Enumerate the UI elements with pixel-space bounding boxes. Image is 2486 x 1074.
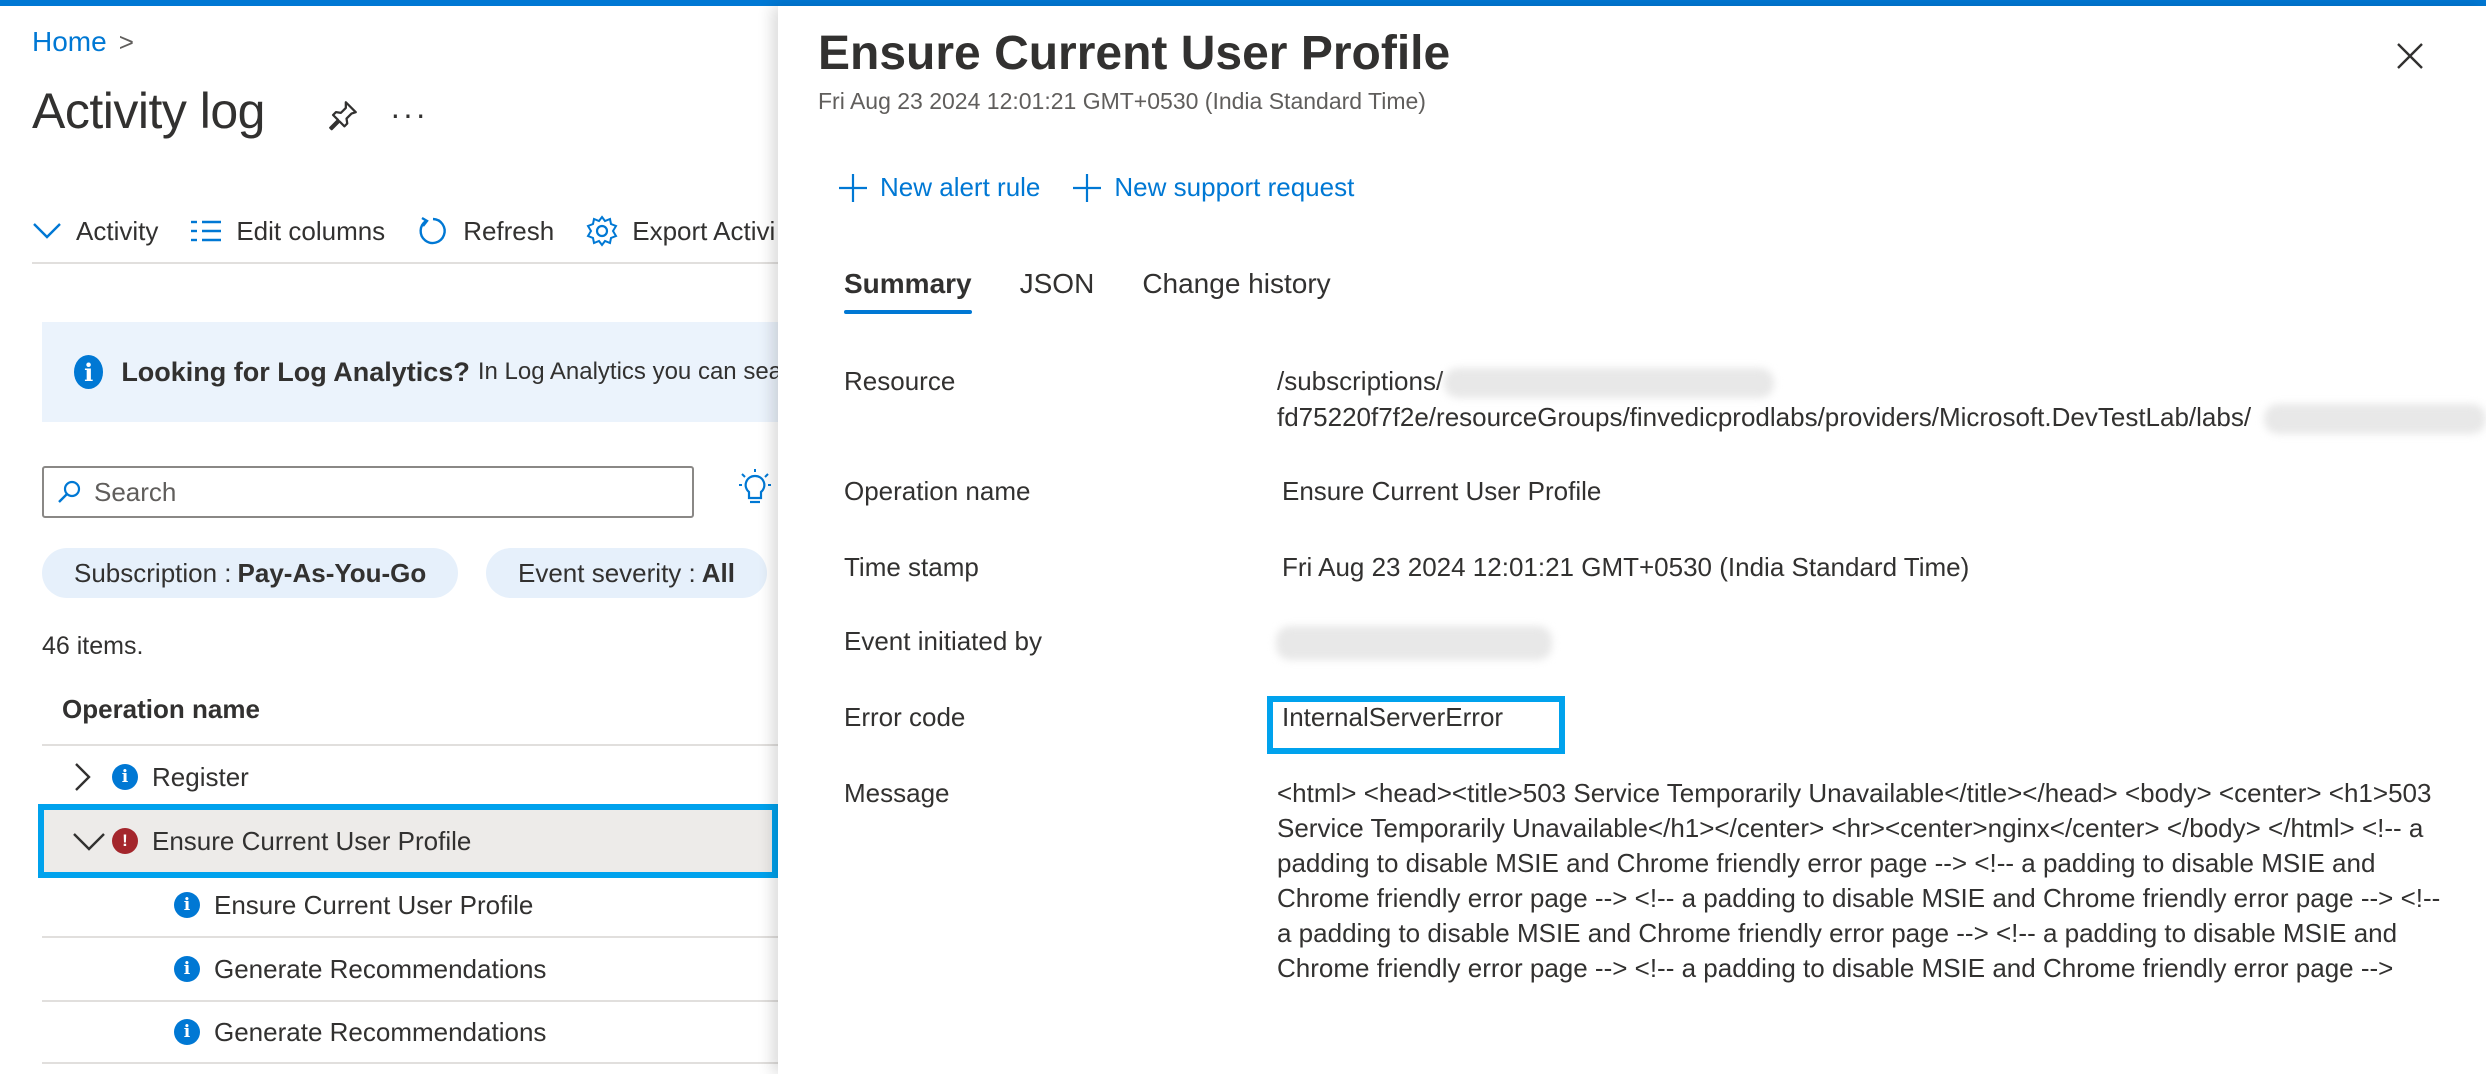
event-initiated-by-label: Event initiated by: [844, 626, 1043, 656]
info-icon: i: [174, 956, 200, 982]
error-code-highlight: [1267, 696, 1565, 754]
severity-filter-label: Event severity :: [518, 557, 696, 588]
banner-title: Looking for Log Analytics?: [121, 356, 470, 387]
message-label: Message: [844, 778, 950, 808]
new-alert-rule-button[interactable]: New alert rule: [838, 172, 1040, 203]
toolbar: Activity Edit columns Refresh Export Act…: [32, 206, 780, 256]
activity-button[interactable]: Activity: [32, 216, 158, 247]
column-header-operation-name[interactable]: Operation name: [62, 694, 260, 725]
resource-label: Resource: [844, 366, 956, 396]
operation-name-label: Operation name: [844, 476, 1031, 506]
redacted-subscription-id: [1444, 368, 1774, 398]
info-icon: i: [74, 355, 104, 389]
search-input[interactable]: [94, 476, 654, 508]
search-box: [42, 466, 694, 518]
row-label: Generate Recommendations: [214, 953, 547, 984]
refresh-button[interactable]: Refresh: [417, 215, 554, 247]
subscription-filter-pill[interactable]: Subscription : Pay-As-You-Go: [42, 548, 459, 598]
resource-value-line2: fd75220f7f2e/resourceGroups/finvedicprod…: [1277, 402, 2252, 432]
row-label: Ensure Current User Profile: [214, 889, 534, 920]
timestamp-label: Time stamp: [844, 552, 979, 582]
table-row[interactable]: i Ensure Current User Profile: [42, 872, 780, 936]
items-count: 46 items.: [42, 632, 144, 660]
chevron-down-icon: [33, 223, 61, 239]
more-options-icon[interactable]: ···: [390, 96, 428, 133]
timestamp-value: Fri Aug 23 2024 12:01:21 GMT+0530 (India…: [1282, 552, 1970, 582]
command-bar: New alert rule New support request: [838, 172, 1354, 203]
message-value: <html> <head><title>503 Service Temporar…: [1277, 778, 2441, 983]
severity-filter-pill[interactable]: Event severity : All: [486, 548, 767, 598]
severity-filter-value: All: [701, 557, 735, 588]
error-code-label: Error code: [844, 702, 966, 732]
refresh-label: Refresh: [463, 215, 555, 246]
table-row[interactable]: i Register: [42, 744, 780, 808]
info-icon: i: [174, 1019, 200, 1045]
subscription-filter-label: Subscription :: [74, 557, 232, 588]
row-label: Generate Recommendations: [214, 1016, 547, 1047]
close-icon[interactable]: [2396, 42, 2424, 70]
edit-columns-button[interactable]: Edit columns: [190, 216, 385, 247]
panel-title: Ensure Current User Profile: [818, 27, 1451, 80]
log-analytics-banner: i Looking for Log Analytics? In Log Anal…: [42, 322, 780, 422]
columns-icon: [191, 220, 222, 242]
new-alert-rule-label: New alert rule: [880, 172, 1041, 202]
operation-name-value: Ensure Current User Profile: [1282, 476, 1602, 506]
table-row[interactable]: i Generate Recommendations: [42, 936, 780, 1000]
breadcrumb-home-link[interactable]: Home: [32, 26, 107, 58]
new-support-request-label: New support request: [1114, 172, 1355, 202]
lightbulb-icon[interactable]: [738, 468, 772, 508]
refresh-icon: [419, 216, 446, 245]
chevron-right-icon[interactable]: [72, 762, 112, 792]
plus-icon: [1073, 173, 1102, 202]
gear-icon: [586, 215, 618, 247]
banner-text: In Log Analytics you can searc: [477, 358, 780, 385]
info-icon: i: [174, 892, 200, 918]
edit-columns-label: Edit columns: [236, 215, 386, 246]
tab-json[interactable]: JSON: [1020, 268, 1095, 314]
page-title: Activity log: [32, 83, 265, 139]
subscription-filter-value: Pay-As-You-Go: [237, 557, 427, 588]
search-icon: [58, 480, 81, 503]
panel-subtitle: Fri Aug 23 2024 12:01:21 GMT+0530 (India…: [818, 88, 1426, 114]
redacted-initiator: [1276, 626, 1552, 660]
tab-summary[interactable]: Summary: [844, 268, 972, 314]
table-row[interactable]: i Generate Recommendations: [42, 1000, 780, 1064]
detail-tabs: Summary JSON Change history: [844, 268, 1331, 314]
info-icon: i: [112, 764, 138, 790]
pin-icon[interactable]: [326, 98, 360, 132]
activity-label: Activity: [76, 215, 159, 246]
resource-value-line1: /subscriptions/: [1277, 366, 1444, 396]
toolbar-divider: [32, 262, 780, 264]
event-detail-panel: Ensure Current User Profile Fri Aug 23 2…: [778, 6, 2486, 1074]
redacted-lab-name: [2264, 404, 2486, 434]
chevron-right-icon: >: [118, 26, 134, 57]
export-label: Export Activi: [632, 215, 776, 246]
new-support-request-button[interactable]: New support request: [1072, 172, 1354, 203]
breadcrumb: Home >: [32, 26, 134, 58]
selected-row-highlight: [38, 804, 778, 878]
activity-log-blade: Home > Activity log ··· Activity Edit co…: [0, 6, 780, 1074]
tab-change-history[interactable]: Change history: [1142, 268, 1330, 314]
plus-icon: [839, 173, 867, 202]
export-button[interactable]: Export Activi: [586, 215, 775, 247]
row-label: Register: [152, 761, 249, 792]
